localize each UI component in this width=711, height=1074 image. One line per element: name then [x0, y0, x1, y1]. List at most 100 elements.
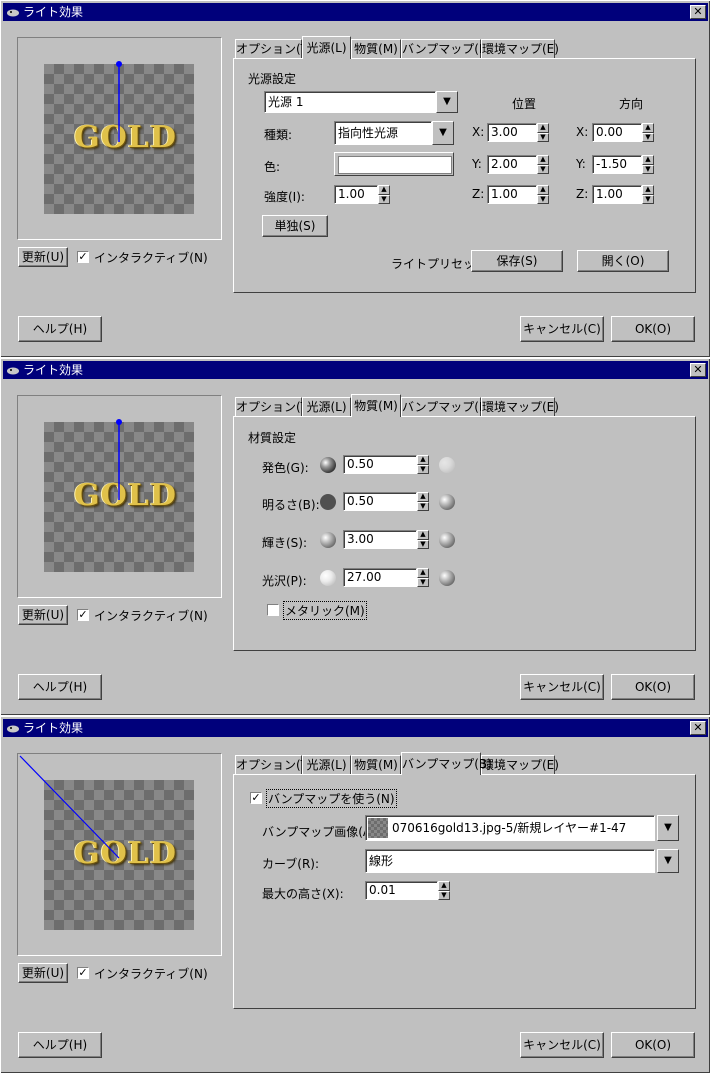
- help-button[interactable]: ヘルプ(H): [18, 1032, 102, 1058]
- pos-z-spinner[interactable]: ▲ ▼: [537, 185, 549, 204]
- preview-area[interactable]: GOLD: [17, 753, 222, 956]
- window-title: ライト効果: [23, 363, 84, 377]
- light-direction-indicator[interactable]: [18, 396, 223, 599]
- dir-z-label: Z:: [576, 187, 589, 201]
- light-select-dropdown[interactable]: ▼: [436, 91, 458, 113]
- dir-y-spinner[interactable]: ▲ ▼: [642, 155, 654, 174]
- ok-button[interactable]: OK(O): [611, 1032, 695, 1058]
- brightness-spinner[interactable]: ▲ ▼: [417, 492, 429, 511]
- type-select-dropdown[interactable]: ▼: [432, 121, 454, 145]
- title-bar[interactable]: ライト効果 ✕: [3, 3, 708, 21]
- light-direction-indicator[interactable]: [18, 754, 223, 957]
- pos-y-label: Y:: [472, 157, 482, 171]
- tab-material[interactable]: 物質(M): [351, 755, 401, 775]
- gimp-icon: [7, 725, 19, 733]
- max-height-input[interactable]: 0.01: [365, 881, 438, 900]
- enable-bumpmap-checkbox[interactable]: ✓: [250, 792, 262, 804]
- tab-bumpmap[interactable]: バンプマップ(B): [401, 397, 492, 417]
- bumpmap-thumbnail: [368, 818, 388, 838]
- dir-z-spinner[interactable]: ▲ ▼: [642, 185, 654, 204]
- tab-envmap[interactable]: 環境マップ(E): [481, 755, 559, 775]
- color-button[interactable]: [334, 152, 454, 176]
- tab-light[interactable]: 光源(L): [302, 755, 351, 775]
- polish-input[interactable]: 27.00: [343, 568, 417, 587]
- tab-options[interactable]: オプション(T): [235, 755, 313, 775]
- dir-y-label: Y:: [576, 157, 586, 171]
- close-button[interactable]: ✕: [690, 5, 706, 19]
- light-direction-indicator[interactable]: [18, 38, 223, 241]
- dir-y-input[interactable]: -1.50: [592, 155, 642, 174]
- tab-bumpmap[interactable]: バンプマップ(B): [401, 39, 492, 59]
- close-button[interactable]: ✕: [690, 721, 706, 735]
- pos-y-spinner[interactable]: ▲ ▼: [537, 155, 549, 174]
- interactive-checkbox[interactable]: ✓: [77, 609, 89, 621]
- bright-high-sphere-icon: [439, 494, 455, 510]
- update-button[interactable]: 更新(U): [18, 963, 68, 983]
- cancel-button[interactable]: キャンセル(C): [520, 674, 604, 700]
- lighting-dialog-material: ライト効果 ✕ GOLD 更新(U) ✓ インタラクティブ(N) オプション(T…: [0, 358, 711, 716]
- curve-select[interactable]: 線形: [365, 849, 655, 873]
- title-bar[interactable]: ライト効果 ✕: [3, 361, 708, 379]
- interactive-checkbox[interactable]: ✓: [77, 251, 89, 263]
- color-label: 色:: [264, 160, 281, 174]
- color-swatch: [338, 156, 452, 174]
- polish-label: 光沢(P):: [262, 574, 307, 588]
- pos-x-input[interactable]: 3.00: [487, 123, 537, 142]
- shine-spinner[interactable]: ▲ ▼: [417, 530, 429, 549]
- update-button[interactable]: 更新(U): [18, 605, 68, 625]
- enable-bumpmap-label[interactable]: バンプマップを使う(N): [266, 789, 397, 808]
- metallic-label[interactable]: メタリック(M): [283, 601, 367, 620]
- isolate-button[interactable]: 単独(S): [262, 215, 328, 237]
- cancel-button[interactable]: キャンセル(C): [520, 1032, 604, 1058]
- preview-area[interactable]: GOLD: [17, 37, 222, 240]
- glow-spinner[interactable]: ▲ ▼: [417, 455, 429, 474]
- dir-z-input[interactable]: 1.00: [592, 185, 642, 204]
- pos-y-input[interactable]: 2.00: [487, 155, 537, 174]
- glow-high-sphere-icon: [439, 457, 455, 473]
- direction-header: 方向: [619, 97, 644, 111]
- dir-x-spinner[interactable]: ▲ ▼: [642, 123, 654, 142]
- title-bar[interactable]: ライト効果 ✕: [3, 719, 708, 737]
- light-select[interactable]: 光源 1: [264, 91, 436, 113]
- ok-button[interactable]: OK(O): [611, 316, 695, 342]
- tab-bumpmap[interactable]: バンプマップ(B): [401, 752, 492, 775]
- tab-envmap[interactable]: 環境マップ(E): [481, 397, 559, 417]
- tab-material[interactable]: 物質(M): [351, 39, 401, 59]
- window-title: ライト効果: [23, 721, 84, 735]
- bumpmap-image-select[interactable]: 070616gold13.jpg-5/新規レイヤー#1-47: [365, 815, 655, 841]
- dir-x-input[interactable]: 0.00: [592, 123, 642, 142]
- help-button[interactable]: ヘルプ(H): [18, 674, 102, 700]
- pos-z-input[interactable]: 1.00: [487, 185, 537, 204]
- shine-input[interactable]: 3.00: [343, 530, 417, 549]
- type-select[interactable]: 指向性光源: [334, 121, 432, 145]
- shine-low-sphere-icon: [320, 532, 336, 548]
- polish-high-sphere-icon: [439, 570, 455, 586]
- intensity-spinner[interactable]: ▲ ▼: [378, 185, 390, 204]
- open-preset-button[interactable]: 開く(O): [577, 250, 669, 272]
- cancel-button[interactable]: キャンセル(C): [520, 316, 604, 342]
- interactive-checkbox[interactable]: ✓: [77, 967, 89, 979]
- bumpmap-panel: ✓ バンプマップを使う(N) バンプマップ画像(A): 070616gold13…: [233, 774, 696, 1009]
- polish-spinner[interactable]: ▲ ▼: [417, 568, 429, 587]
- help-button[interactable]: ヘルプ(H): [18, 316, 102, 342]
- close-button[interactable]: ✕: [690, 363, 706, 377]
- curve-dropdown[interactable]: ▼: [657, 849, 679, 873]
- max-height-spinner[interactable]: ▲ ▼: [438, 881, 450, 900]
- tab-options[interactable]: オプション(T): [235, 397, 313, 417]
- preview-area[interactable]: GOLD: [17, 395, 222, 598]
- tab-light[interactable]: 光源(L): [302, 397, 351, 417]
- tab-material[interactable]: 物質(M): [351, 394, 401, 417]
- ok-button[interactable]: OK(O): [611, 674, 695, 700]
- tab-envmap[interactable]: 環境マップ(E): [481, 39, 559, 59]
- glow-input[interactable]: 0.50: [343, 455, 417, 474]
- brightness-input[interactable]: 0.50: [343, 492, 417, 511]
- save-preset-button[interactable]: 保存(S): [471, 250, 563, 272]
- tab-light[interactable]: 光源(L): [302, 36, 351, 59]
- metallic-checkbox[interactable]: [267, 604, 279, 616]
- pos-x-spinner[interactable]: ▲ ▼: [537, 123, 549, 142]
- bumpmap-image-label: バンプマップ画像(A):: [262, 825, 380, 839]
- update-button[interactable]: 更新(U): [18, 247, 68, 267]
- intensity-input[interactable]: 1.00: [334, 185, 378, 204]
- bumpmap-image-dropdown[interactable]: ▼: [657, 815, 679, 841]
- tab-options[interactable]: オプション(T): [235, 39, 313, 59]
